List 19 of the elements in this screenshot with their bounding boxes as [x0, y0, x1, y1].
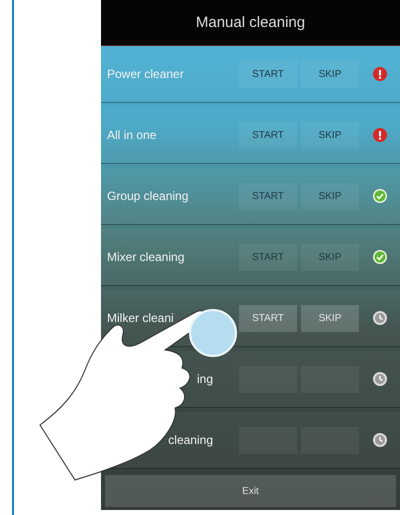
check-icon [372, 250, 386, 264]
check-icon [372, 189, 386, 203]
screen-title: Manual cleaning [196, 14, 306, 31]
error-icon [372, 67, 386, 81]
program-label: ing [196, 372, 213, 386]
program-label: Milker cleani [107, 311, 174, 325]
exit-button[interactable]: Exit [105, 475, 396, 507]
clock-icon [372, 311, 386, 325]
error-icon [372, 128, 386, 142]
program-label: All in one [107, 128, 156, 142]
start-button[interactable]: START [239, 304, 297, 332]
program-label: Mixer cleaning [107, 250, 184, 264]
clock-icon [372, 433, 386, 447]
touch-indicator [189, 309, 237, 357]
program-label: Power cleaner [107, 67, 184, 81]
clock-icon [372, 372, 386, 386]
program-label: Group cleaning [107, 189, 188, 203]
skip-button[interactable]: SKIP [301, 304, 359, 332]
program-label: cleaning [168, 433, 213, 447]
